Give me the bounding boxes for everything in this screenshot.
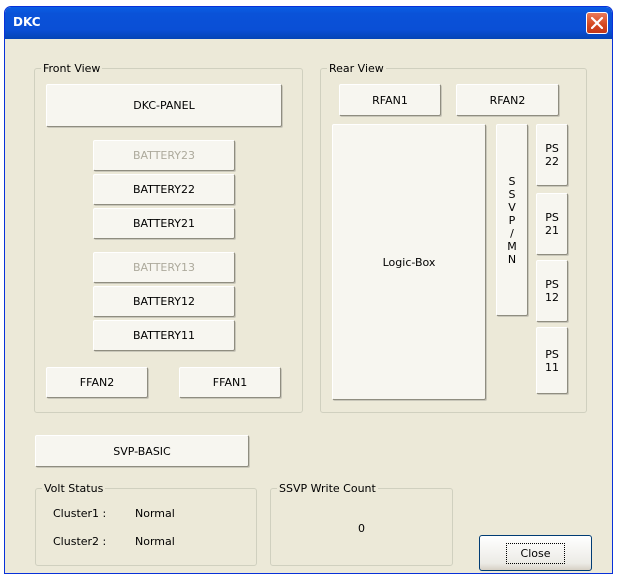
ps12-label-line: 12 [545, 291, 559, 304]
volt-status-legend: Volt Status [44, 482, 104, 495]
rfan2-button[interactable]: RFAN2 [456, 84, 559, 116]
ps22-button[interactable]: PS 22 [536, 124, 568, 186]
dkc-panel-button[interactable]: DKC-PANEL [46, 84, 282, 127]
title-bar[interactable]: DKC [5, 7, 612, 39]
ffan2-button[interactable]: FFAN2 [46, 367, 148, 398]
ps12-label-line: PS [545, 278, 559, 291]
ssvp-mn-char: S [508, 174, 516, 188]
battery11-button[interactable]: BATTERY11 [93, 320, 235, 351]
ps11-label-line: 11 [545, 360, 559, 374]
ps11-button[interactable]: PS 11 [536, 327, 568, 394]
ps12-button[interactable]: PS 12 [536, 260, 568, 322]
ssvp-write-count-value: 0 [358, 522, 365, 535]
ps11-label-line: PS [545, 347, 559, 361]
close-button-label: Close [505, 542, 566, 564]
svp-basic-button[interactable]: SVP-BASIC [35, 435, 249, 467]
ps21-label-line: 21 [545, 224, 559, 237]
ps21-label-line: PS [545, 211, 559, 224]
battery12-button[interactable]: BATTERY12 [93, 286, 235, 317]
ps21-button[interactable]: PS 21 [536, 193, 568, 255]
ps22-label-line: PS [545, 142, 559, 155]
cluster2-status: Normal [135, 535, 175, 548]
front-view-legend: Front View [43, 62, 101, 75]
rear-view-legend: Rear View [329, 62, 384, 75]
battery22-button[interactable]: BATTERY22 [93, 174, 235, 205]
ssvp-mn-char: V [508, 200, 516, 214]
close-icon [591, 17, 603, 29]
ssvp-mn-button[interactable]: S S V P / M N [496, 124, 528, 316]
ssvp-mn-char: S [508, 187, 516, 201]
ssvp-mn-char: / [510, 226, 514, 240]
volt-status-group: Volt Status [35, 482, 257, 566]
title-close-button[interactable] [586, 12, 608, 34]
cluster1-label: Cluster1 : [53, 507, 107, 520]
ps22-label-line: 22 [545, 155, 559, 168]
ssvp-write-count-legend: SSVP Write Count [279, 482, 376, 495]
dkc-dialog: DKC Front View DKC-PANEL BATTERY23 BATTE… [4, 6, 613, 574]
ffan1-button[interactable]: FFAN1 [179, 367, 281, 398]
window-title: DKC [13, 15, 41, 29]
battery21-button[interactable]: BATTERY21 [93, 208, 235, 239]
battery13-button[interactable]: BATTERY13 [93, 252, 235, 283]
battery23-button[interactable]: BATTERY23 [93, 140, 235, 171]
close-button[interactable]: Close [479, 535, 592, 571]
cluster1-status: Normal [135, 507, 175, 520]
ssvp-mn-char: P [508, 213, 516, 227]
cluster2-label: Cluster2 : [53, 535, 107, 548]
ssvp-mn-char: M [507, 239, 517, 253]
ssvp-mn-char: N [507, 252, 517, 266]
rfan1-button[interactable]: RFAN1 [339, 84, 441, 116]
logic-box-button[interactable]: Logic-Box [332, 124, 486, 400]
